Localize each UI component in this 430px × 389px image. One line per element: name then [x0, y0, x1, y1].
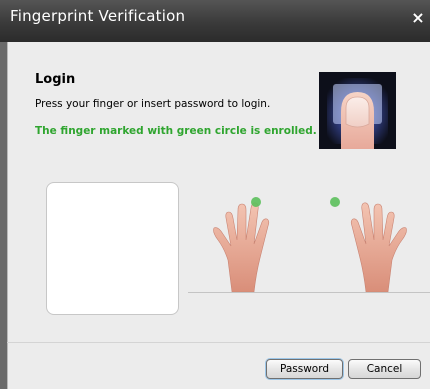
- fingerprint-dialog: Fingerprint Verification × Login Press y…: [0, 0, 430, 389]
- hands-baseline: [188, 292, 430, 293]
- close-icon[interactable]: ×: [408, 8, 428, 28]
- cancel-button[interactable]: Cancel: [348, 359, 421, 379]
- enrolled-marker-left: [251, 197, 261, 207]
- two-hands-icon: [213, 197, 407, 292]
- login-heading: Login: [35, 72, 76, 87]
- title-bar[interactable]: Fingerprint Verification ×: [0, 0, 430, 42]
- password-button[interactable]: Password: [266, 359, 343, 379]
- login-instruction: Press your finger or insert password to …: [35, 98, 271, 110]
- enrolled-note: The finger marked with green circle is e…: [35, 125, 317, 137]
- window-title: Fingerprint Verification: [10, 7, 186, 25]
- fingerprint-logo-icon: [319, 72, 396, 149]
- fingerprint-preview: [46, 182, 179, 315]
- enrolled-marker-right: [330, 197, 340, 207]
- button-separator: [7, 342, 430, 343]
